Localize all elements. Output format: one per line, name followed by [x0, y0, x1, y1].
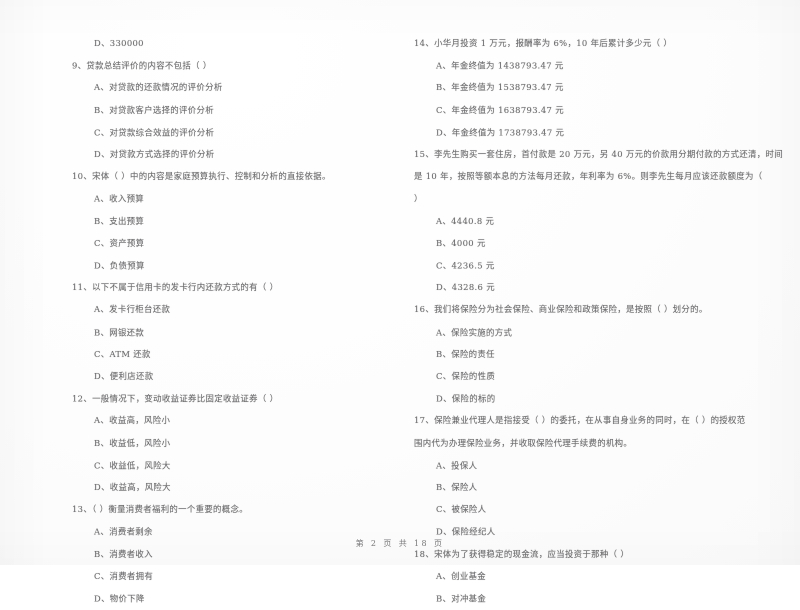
answer-option: D、负债预算 [94, 260, 145, 271]
answer-option: D、保险的标的 [436, 393, 496, 404]
answer-option: D、便利店还款 [94, 371, 154, 382]
answer-option: D、物价下降 [94, 593, 145, 604]
answer-option: B、年金终值为 1538793.47 元 [436, 82, 564, 93]
question-stem: 9、贷款总结评价的内容不包括（ ） [72, 60, 212, 71]
question-stem-continuation: ） [414, 193, 423, 204]
answer-option: A、收入预算 [94, 193, 145, 204]
question-block: 10、宋体（ ）中的内容是家庭预算执行、控制和分析的直接依据。 A、收入预算 B、支… [72, 165, 378, 276]
answer-option: C、对贷款综合效益的评价分析 [94, 127, 215, 138]
answer-option: C、资产预算 [94, 237, 145, 248]
question-block: 18、宋体为了获得稳定的现金流，应当投资于那种（ ） A、创业基金 B、对冲基金 [414, 543, 783, 610]
answer-option: D、收益高，风险大 [94, 481, 171, 492]
question-stem: 13、（ ）衡量消费者福利的一个重要的概念。 [72, 504, 248, 515]
question-stem: 15、李先生购买一套住房，首付款是 20 万元，另 40 万元的价款用分期付款的… [414, 148, 783, 159]
left-column: D、330000 9、贷款总结评价的内容不包括（ ） A、对贷款的还款情况的评价分析… [0, 32, 400, 603]
answer-option: B、对冲基金 [436, 593, 487, 604]
answer-option: A、对贷款的还款情况的评价分析 [94, 82, 223, 93]
question-block: 9、贷款总结评价的内容不包括（ ） A、对贷款的还款情况的评价分析 B、对贷款客户选… [72, 54, 378, 165]
question-block: 14、小华月投资 1 万元，报酬率为 6%，10 年后累计多少元（ ） A、年金终… [414, 32, 783, 143]
answer-option: B、支出预算 [94, 215, 145, 226]
answer-option: A、年金终值为 1438793.47 元 [436, 60, 564, 71]
question-block: 15、李先生购买一套住房，首付款是 20 万元，另 40 万元的价款用分期付款的… [414, 143, 783, 298]
answer-option: C、年金终值为 1638793.47 元 [436, 104, 564, 115]
question-stem: 17、保险兼业代理人是指接受（ ）的委托，在从事自身业务的同时，在（ ）的授权范 [414, 415, 746, 426]
answer-option: B、保险的责任 [436, 348, 495, 359]
answer-option: A、保险实施的方式 [436, 326, 513, 337]
answer-option: A、投保人 [436, 460, 478, 471]
question-stem: 11、以下不属于信用卡的发卡行内还款方式的有（ ） [72, 282, 279, 293]
question-stem: 16、我们将保险分为社会保险、商业保险和政策保险，是按照（ ）划分的。 [414, 304, 708, 315]
question-block: 13、（ ）衡量消费者福利的一个重要的概念。 A、消费者剩余 B、消费者收入 C、消费… [72, 498, 378, 609]
scanned-page: D、330000 9、贷款总结评价的内容不包括（ ） A、对贷款的还款情况的评价分析… [0, 0, 800, 603]
question-block: 16、我们将保险分为社会保险、商业保险和政策保险，是按照（ ）划分的。 A、保险实… [414, 298, 783, 409]
answer-option: B、收益低，风险小 [94, 437, 171, 448]
question-stem: 14、小华月投资 1 万元，报酬率为 6%，10 年后累计多少元（ ） [414, 38, 673, 48]
answer-option: B、4000 元 [436, 237, 486, 248]
page-footer: 第 2 页 共 18 页 [355, 539, 445, 548]
question-stem: 10、宋体（ ）中的内容是家庭预算执行、控制和分析的直接依据。 [72, 171, 331, 182]
question-stem-continuation: 围内代为办理保险业务，并收取保险代理手续费的机构。 [414, 437, 633, 448]
answer-option: A、收益高，风险小 [94, 415, 171, 426]
answer-option: D、330000 [94, 38, 144, 48]
answer-option: C、保险的性质 [436, 371, 496, 382]
answer-option: B、对贷款客户选择的评价分析 [94, 104, 214, 115]
answer-option: A、创业基金 [436, 570, 487, 581]
answer-option: C、ATM 还款 [94, 348, 151, 359]
answer-option: C、4236.5 元 [436, 260, 495, 271]
answer-option: B、保险人 [436, 481, 478, 492]
option-block: D、330000 [72, 32, 378, 54]
answer-option: D、年金终值为 1738793.47 元 [436, 127, 565, 138]
answer-option: C、被保险人 [436, 504, 487, 515]
answer-option: B、网银还款 [94, 326, 145, 337]
answer-option: D、4328.6 元 [436, 282, 495, 293]
question-block: 17、保险兼业代理人是指接受（ ）的委托，在从事自身业务的同时，在（ ）的授权范… [414, 409, 783, 542]
question-stem: 12、一般情况下，变动收益证券比固定收益证券（ ） [72, 393, 279, 404]
question-stem-continuation: 是 10 年，按照等额本息的方法每月还款，年利率为 6%。则李先生每月应该还款额… [414, 171, 763, 182]
answer-option: C、收益低，风险大 [94, 460, 171, 471]
answer-option: A、发卡行柜台还款 [94, 304, 171, 315]
question-block: 12、一般情况下，变动收益证券比固定收益证券（ ） A、收益高，风险小 B、收益低，… [72, 387, 378, 498]
question-block: 11、以下不属于信用卡的发卡行内还款方式的有（ ） A、发卡行柜台还款 B、网银还款… [72, 276, 378, 387]
answer-option: D、对贷款方式选择的评价分析 [94, 148, 215, 159]
answer-option: C、消费者拥有 [94, 570, 154, 581]
page-columns: D、330000 9、贷款总结评价的内容不包括（ ） A、对贷款的还款情况的评价分析… [0, 32, 800, 603]
answer-option: A、4440.8 元 [436, 215, 495, 226]
right-column: 14、小华月投资 1 万元，报酬率为 6%，10 年后累计多少元（ ） A、年金终… [400, 32, 800, 603]
